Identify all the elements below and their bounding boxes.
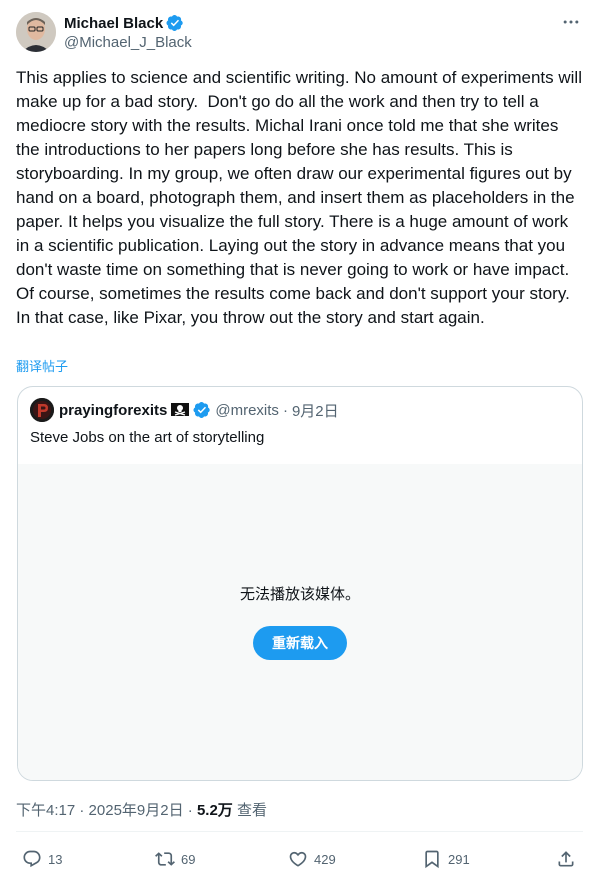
meta-separator: · (75, 802, 89, 819)
translate-post-link[interactable]: 翻译帖子 (16, 356, 68, 375)
bookmark-count: 291 (448, 851, 470, 867)
share-button[interactable] (556, 846, 576, 872)
quoted-tweet[interactable]: prayingforexits @mrexits · 9月2日 Steve Jo… (17, 386, 583, 781)
author-name-row: Michael Black (64, 13, 184, 33)
quoted-author-name: prayingforexits (59, 401, 168, 419)
retweet-button[interactable]: 69 (155, 846, 195, 872)
retweet-count: 69 (181, 851, 196, 867)
quoted-date: 9月2日 (291, 402, 339, 420)
meta-separator: · (183, 802, 197, 819)
bookmark-icon (425, 850, 439, 869)
quoted-verified-badge-icon (193, 401, 211, 419)
quoted-tweet-header: prayingforexits @mrexits · 9月2日 (30, 398, 339, 422)
more-horizontal-icon (563, 20, 579, 24)
author-display-name[interactable]: Michael Black (64, 15, 163, 32)
like-button[interactable]: 429 (288, 846, 336, 872)
retweet-icon (155, 852, 175, 866)
pirate-flag-icon (171, 402, 190, 418)
reload-button[interactable]: 重新载入 (253, 626, 347, 660)
tweet-date[interactable]: 2025年9月2日 (89, 802, 184, 819)
media-error-message: 无法播放该媒体。 (239, 586, 360, 603)
views-count: 5.2万 (196, 802, 233, 819)
reply-icon (23, 850, 41, 868)
author-handle[interactable]: @Michael_J_Black (64, 34, 192, 51)
tweet-text: This applies to science and scientific w… (16, 68, 587, 327)
quoted-tweet-text: Steve Jobs on the art of storytelling (30, 429, 265, 446)
views-label: 查看 (232, 802, 267, 819)
quoted-author-avatar (30, 398, 54, 422)
media-container: 无法播放该媒体。 重新载入 (18, 464, 582, 780)
reply-count: 13 (48, 851, 63, 867)
share-icon (558, 851, 574, 867)
tweet-meta: 下午4:17 · 2025年9月2日 · 5.2万 查看 (16, 799, 267, 820)
verified-badge-icon (166, 14, 184, 32)
divider (16, 831, 583, 832)
tweet-time[interactable]: 下午4:17 (16, 802, 75, 819)
more-options-button[interactable] (559, 12, 583, 32)
tweet-header: Michael Black @Michael_J_Black (16, 12, 583, 56)
quoted-author-handle: @mrexits (215, 401, 279, 419)
heart-icon (289, 851, 307, 867)
reply-button[interactable]: 13 (22, 846, 62, 872)
author-avatar[interactable] (16, 12, 56, 52)
quoted-separator: · (282, 401, 288, 419)
like-count: 429 (314, 851, 336, 867)
action-bar: 13 69 429 291 (16, 846, 583, 872)
bookmark-button[interactable]: 291 (422, 846, 470, 872)
